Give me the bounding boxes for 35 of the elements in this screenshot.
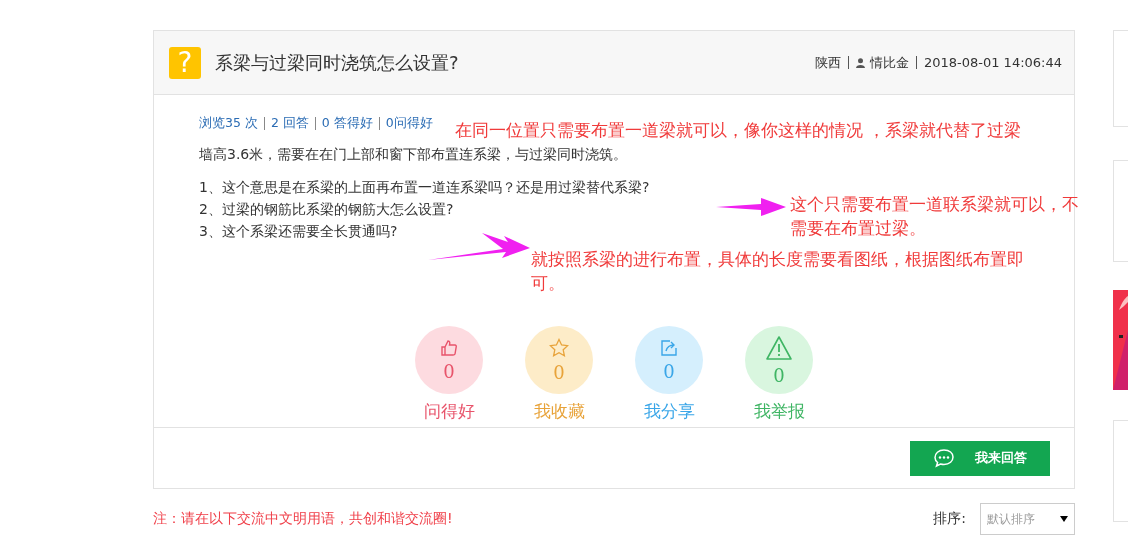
stat-text: 0 答得好 [321,115,373,132]
question-body: 墙高3.6米，需要在在门上部和窗下部布置连系梁，与过梁同时浇筑。 [199,146,629,164]
stat-text: 2 回答 [270,115,309,132]
question-title: 系梁与过梁同时浇筑怎么设置? [215,50,460,75]
chat-icon [933,448,955,468]
action-label: 我收藏 [533,400,585,423]
like-button[interactable]: 0 [415,326,483,394]
star-button[interactable]: 0 [525,326,593,394]
sort-dropdown[interactable]: 默认排序 [980,503,1075,535]
action-label: 我分享 [643,400,695,423]
share-icon [660,338,678,357]
star-icon [549,337,569,358]
notice-text: 注：请在以下交流中文明用语，共创和谐交流圈! [153,510,453,528]
user-name[interactable]: 情比金 [869,53,909,72]
question-point: 1、这个意思是在系梁的上面再布置一道连系梁吗？还是用过梁替代系梁? [199,178,650,197]
annotation-text: 这个只需要布置一道联系梁就可以，不需要在布置过梁。 [790,194,1080,240]
question-icon: ? [169,46,201,79]
answer-button[interactable]: 我来回答 [910,440,1050,476]
stat-text: 浏览35 次 [199,115,258,132]
dropdown-caret-icon [1060,516,1068,522]
action-label: 我举报 [753,400,805,423]
thumbs-up-icon [440,338,458,357]
action-label: 问得好 [423,400,475,423]
report-button[interactable]: 0 [745,326,813,394]
question-point: 3、这个系梁还需要全长贯通吗? [199,222,398,241]
annotation-text: 就按照系梁的进行布置，具体的长度需要看图纸，根据图纸布置即可。 [531,249,1025,295]
user-icon [855,57,865,68]
sort-label: 排序: [933,510,966,528]
region-text: 陕西 [814,53,841,72]
annotation-text: 在同一位置只需要布置一道梁就可以，像你这样的情况 ，系梁就代替了过梁 [455,120,1022,142]
question-point: 2、过梁的钢筋比系梁的钢筋大怎么设置? [199,200,454,219]
post-date: 2018-08-01 14:06:44 [923,55,1062,70]
share-button[interactable]: 0 [635,326,703,394]
stat-text: 0问得好 [385,115,433,132]
warning-icon [765,334,793,361]
